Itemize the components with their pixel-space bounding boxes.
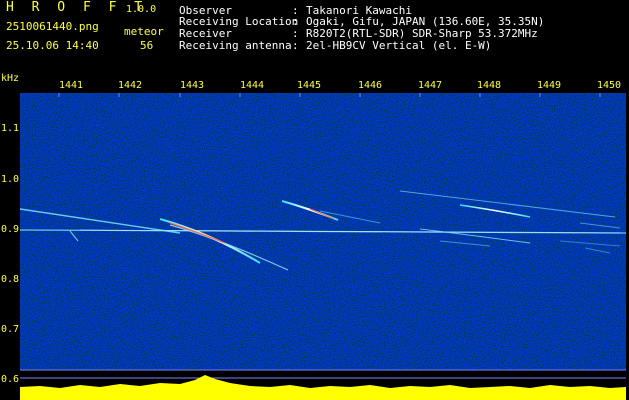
y-tick: 0.6	[1, 374, 20, 385]
x-tick: 1444	[240, 80, 265, 91]
y-tick: 1.0	[1, 174, 20, 185]
x-tick: 1448	[477, 80, 502, 91]
hrofft-window: { "app": { "name": "H R O F F T", "versi…	[0, 0, 629, 400]
x-tick: 1445	[297, 80, 322, 91]
x-tick: 1449	[537, 80, 562, 91]
x-tick: 1450	[597, 80, 622, 91]
y-tick: 0.7	[1, 324, 20, 335]
x-tick: 1442	[118, 80, 143, 91]
x-tick: 1443	[180, 80, 205, 91]
capture-datetime: 25.10.06 14:40	[6, 39, 99, 52]
x-tick: 1441	[59, 80, 84, 91]
antenna-value: 2el-HB9CV Vertical (el. E-W)	[306, 39, 492, 52]
capture-filename: 2510061440.png	[6, 20, 99, 33]
signal-level-bar	[20, 375, 626, 400]
antenna-label: Receiving antenna	[179, 39, 292, 52]
meteor-count: 56	[140, 39, 154, 52]
x-tick: 1446	[358, 80, 383, 91]
y-tick: 0.8	[1, 274, 20, 285]
x-tick: 1447	[418, 80, 443, 91]
y-tick: 0.9	[1, 224, 20, 235]
app-version: 1.0.0	[126, 4, 157, 15]
y-tick: 1.1	[1, 123, 20, 134]
y-axis-unit: kHz	[1, 73, 20, 84]
meteor-label: meteor	[124, 25, 164, 38]
spectrogram-plot	[20, 93, 626, 400]
